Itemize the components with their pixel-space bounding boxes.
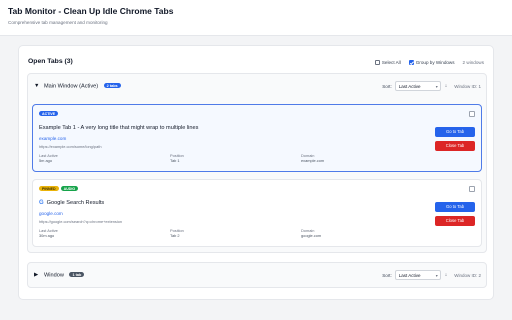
tab-badges: PINNED AUDIO [39, 186, 79, 192]
sort-label: Sort: [382, 272, 392, 278]
arrow-down-icon[interactable]: ↓ [445, 272, 448, 278]
app-title: Tab Monitor - Clean Up Idle Chrome Tabs [8, 6, 174, 16]
tab-title-text: Google Search Results [46, 200, 105, 206]
window-id: Window ID: 2 [454, 272, 481, 278]
meta-value: example.com [301, 158, 325, 164]
open-tabs-panel: Open Tabs (3) Select All Group by Window… [18, 45, 494, 300]
meta-value: Tab 1 [170, 158, 180, 164]
go-to-tab-button[interactable]: Go to Tab [435, 127, 475, 137]
panel-controls: Select All Group by Windows 2 windows [374, 58, 484, 67]
window-group-main: ▼ Main Window (Active) 2 tabs Sort: Last… [27, 73, 487, 253]
pinned-badge: PINNED [39, 186, 59, 192]
tab-url: https://google.com/search?q=chrome+exten… [39, 219, 123, 224]
group-by-windows-checkbox[interactable] [408, 60, 414, 65]
sort-select[interactable]: Last Active ▾ [394, 81, 441, 91]
tab-card[interactable]: PINNED AUDIO G Google Search Results goog… [32, 179, 482, 247]
tab-select-checkbox[interactable] [469, 111, 475, 117]
meta-value: 30m ago [39, 233, 55, 239]
sort-label: Sort: [382, 83, 392, 89]
tab-count-badge: 2 tabs [103, 83, 121, 89]
tab-select-checkbox[interactable] [469, 186, 475, 192]
meta-value: Tab 2 [170, 233, 180, 239]
meta-value: 5m ago [39, 158, 52, 164]
select-all-label: Select All [381, 60, 401, 65]
app-subtitle: Comprehensive tab management and monitor… [8, 20, 108, 25]
tab-badges: ACTIVE [39, 111, 59, 117]
close-tab-button[interactable]: Close Tab [435, 216, 475, 226]
group-by-windows-control[interactable]: Group by Windows [408, 60, 455, 65]
chevron-down-icon: ▾ [435, 84, 438, 89]
tab-title[interactable]: G Google Search Results [39, 200, 104, 206]
meta-position: Position Tab 2 [170, 228, 184, 238]
meta-last-active: Last Active 30m ago [39, 228, 58, 238]
arrow-down-icon[interactable]: ↓ [445, 83, 448, 89]
go-to-tab-button[interactable]: Go to Tab [435, 202, 475, 212]
close-tab-button[interactable]: Close Tab [435, 141, 475, 151]
tab-title[interactable]: Example Tab 1 - A very long title that m… [39, 125, 198, 131]
caret-right-icon[interactable]: ▶ [34, 272, 38, 278]
window-title: Window 1 tab [44, 272, 85, 279]
active-badge: ACTIVE [39, 111, 59, 117]
tab-domain-link[interactable]: google.com [39, 211, 63, 216]
google-g-icon: G [39, 200, 44, 206]
app-header: Tab Monitor - Clean Up Idle Chrome Tabs … [0, 0, 512, 36]
window-header[interactable]: ▶ Window 1 tab Sort: Last Active ▾ ↓ Win… [28, 263, 486, 289]
window-title-text: Main Window (Active) [44, 83, 99, 90]
meta-last-active: Last Active 5m ago [39, 153, 58, 163]
select-all-checkbox[interactable] [374, 60, 380, 65]
panel-title: Open Tabs (3) [28, 58, 73, 65]
tab-count-badge: 1 tab [69, 272, 85, 278]
sort-select-value: Last Active [398, 84, 421, 89]
chevron-down-icon: ▾ [435, 273, 438, 278]
meta-domain: Domain example.com [301, 153, 324, 163]
window-header[interactable]: ▼ Main Window (Active) 2 tabs Sort: Last… [28, 74, 486, 100]
select-all-control[interactable]: Select All [374, 60, 401, 65]
sort-controls: Sort: Last Active ▾ ↓ Window ID: 2 [382, 270, 481, 280]
window-id: Window ID: 1 [454, 83, 481, 89]
sort-controls: Sort: Last Active ▾ ↓ Window ID: 1 [382, 81, 481, 91]
sort-select-value: Last Active [398, 273, 421, 278]
window-group-2: ▶ Window 1 tab Sort: Last Active ▾ ↓ Win… [27, 262, 487, 288]
meta-domain: Domain google.com [301, 228, 321, 238]
tab-url: https://example.com/some/long/path [39, 144, 102, 149]
tab-domain-link[interactable]: example.com [39, 136, 66, 141]
caret-down-icon[interactable]: ▼ [34, 83, 39, 89]
sort-select[interactable]: Last Active ▾ [394, 270, 441, 280]
window-count: 2 windows [462, 60, 484, 65]
group-by-windows-label: Group by Windows [415, 60, 455, 65]
meta-position: Position Tab 1 [170, 153, 184, 163]
window-title-text: Window [44, 272, 64, 279]
meta-value: google.com [301, 233, 322, 239]
audio-badge: AUDIO [60, 186, 79, 192]
window-title: Main Window (Active) 2 tabs [44, 83, 121, 90]
tab-card[interactable]: ACTIVE Example Tab 1 - A very long title… [32, 104, 482, 172]
